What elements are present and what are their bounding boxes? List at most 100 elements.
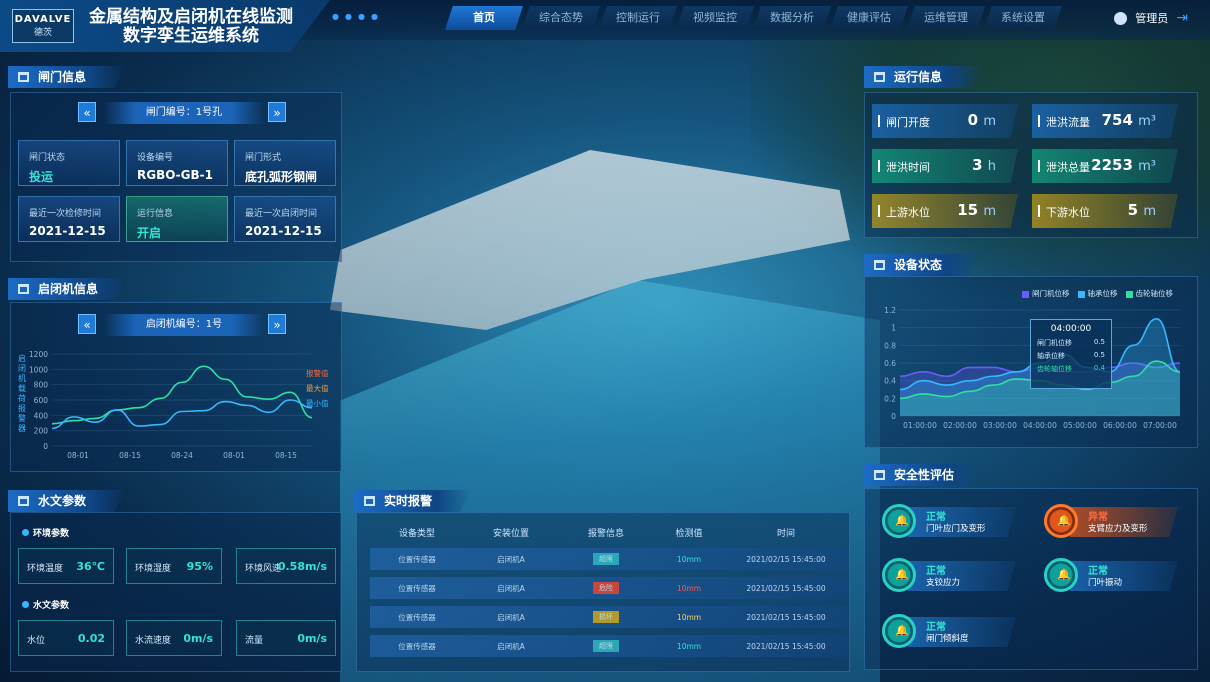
tab-maintenance[interactable]: 运维管理 [907, 6, 985, 30]
chart-tooltip: 04:00:00 闸门机位移 0.5 轴承位移 0.5 齿轮轴位移 0.4 [1030, 319, 1112, 389]
device-legend: 闸门机位移 轴承位移 齿轮轴位移 [1022, 288, 1173, 299]
decor-dots: ●●●● [332, 12, 384, 21]
hoist-prev-button[interactable]: « [78, 314, 96, 334]
title-line-2: 数字孪生运维系统 [123, 26, 259, 46]
safety-item[interactable]: 🔔 正常 闸门倾斜度 [882, 614, 1016, 648]
alarm-tag: 危险 [593, 582, 619, 594]
gate-prev-button[interactable]: « [78, 102, 96, 122]
run-info-title: 运行信息 [864, 66, 982, 88]
env-param-heading: 环境参数 [22, 526, 69, 539]
run-card: 泄洪流量 754 m³ [1032, 104, 1178, 138]
x-tick: 07:00:00 [1143, 421, 1177, 430]
dot-icon [22, 529, 29, 536]
tab-health[interactable]: 健康评估 [830, 6, 908, 30]
y-tick: 0 [43, 442, 48, 451]
gate-device-id-card: 设备编号 RGBO-GB-1 [126, 140, 228, 186]
y-tick: 1000 [29, 365, 48, 374]
alarm-tag: 超限 [593, 553, 619, 565]
main-nav: 首页 综合态势 控制运行 视频监控 数据分析 健康评估 运维管理 系统设置 [445, 6, 1062, 30]
alarm-value: 10mm [676, 554, 702, 564]
y-tick: 0 [891, 412, 896, 421]
legend-gate-disp: 闸门机位移 [1022, 288, 1070, 299]
dot-icon [22, 601, 29, 608]
hoist-load-chart: 1200 1000 800 600 400 200 0 08-01 08-15 08-24 08-0… [29, 350, 313, 460]
run-info-card: 运行信息 开启 [126, 196, 228, 242]
x-tick: 02:00:00 [943, 421, 977, 430]
x-tick: 08-01 [223, 451, 245, 460]
safety-item[interactable]: 🔔 正常 门叶振动 [1044, 558, 1178, 592]
last-maintenance-card: 最近一次检修时间 2021-12-15 [18, 196, 120, 242]
logout-icon[interactable]: ⇥ [1176, 10, 1188, 26]
y-tick: 200 [34, 427, 49, 436]
water-level: 水位 0.02 [18, 620, 114, 656]
user-area: 管理员 ⇥ [1114, 10, 1188, 26]
run-card: 上游水位 15 m [872, 194, 1018, 228]
alarm-row[interactable]: 位置传感器 启闭机A 超限 10mm 2021/02/15 15:45:00 [370, 548, 848, 570]
hoist-info-title: 启闭机信息 [8, 278, 126, 300]
alarm-value: 10mm [676, 583, 702, 593]
alarm-row[interactable]: 位置传感器 启闭机A 危险 10mm 2021/02/15 15:45:00 [370, 577, 848, 599]
system-title: 金属结构及启闭机在线监测 数字孪生运维系统 [86, 8, 296, 46]
y-tick: 0.4 [884, 377, 896, 386]
panel-icon [18, 496, 29, 506]
bell-icon: 🔔 [882, 558, 916, 592]
alarm-title: 实时报警 [354, 490, 472, 512]
water-param-heading: 水文参数 [22, 598, 69, 611]
bell-icon: 🔔 [882, 504, 916, 538]
alarm-tag: 超限 [593, 640, 619, 652]
env-humidity: 环境湿度 95% [126, 548, 222, 584]
x-tick: 08-24 [171, 451, 193, 460]
series-line [51, 399, 313, 430]
safety-item[interactable]: 🔔 正常 门叶应门及变形 [882, 504, 1016, 538]
y-tick: 1.2 [884, 306, 896, 315]
y-tick: 0.6 [884, 359, 896, 368]
device-status-title: 设备状态 [864, 254, 982, 276]
gate-selector[interactable]: 闸门编号：1号孔 [104, 102, 264, 124]
gate-status-card: 闸门状态 投运 [18, 140, 120, 186]
env-wind: 环境风速 0.58m/s [236, 548, 336, 584]
logo-sub: 德茨 [33, 28, 52, 38]
hoist-selector[interactable]: 启闭机编号：1号 [104, 314, 264, 336]
y-tick: 1 [891, 324, 896, 333]
bell-icon: 🔔 [1044, 558, 1078, 592]
gate-next-button[interactable]: » [268, 102, 286, 122]
title-line-1: 金属结构及启闭机在线监测 [89, 7, 293, 27]
x-tick: 01:00:00 [903, 421, 937, 430]
run-card: 泄洪时间 3 h [872, 149, 1018, 183]
y-tick: 0.8 [884, 341, 896, 350]
user-name[interactable]: 管理员 [1135, 10, 1168, 26]
company-logo: DAVALVE 德茨 [12, 9, 74, 43]
tab-control[interactable]: 控制运行 [599, 6, 677, 30]
panel-icon [874, 470, 885, 480]
x-tick: 04:00:00 [1023, 421, 1057, 430]
panel-icon [364, 496, 375, 506]
safety-item[interactable]: 🔔 正常 支铰应力 [882, 558, 1016, 592]
y-tick: 600 [34, 396, 49, 405]
hoist-next-button[interactable]: » [268, 314, 286, 334]
run-card: 闸门开度 0 m [872, 104, 1018, 138]
alarm-table-header: 设备类型 安装位置 报警信息 检测值 时间 [398, 529, 795, 539]
tab-analysis[interactable]: 数据分析 [753, 6, 831, 30]
alarm-value: 10mm [676, 612, 702, 622]
x-tick: 05:00:00 [1063, 421, 1097, 430]
bell-icon: 🔔 [1044, 504, 1078, 538]
tab-video[interactable]: 视频监控 [676, 6, 754, 30]
user-avatar-icon[interactable] [1114, 11, 1128, 25]
alarm-row[interactable]: 位置传感器 启闭机A 损坏 10mm 2021/02/15 15:45:00 [370, 606, 848, 628]
safety-item[interactable]: 🔔 异常 支臂应力及变形 [1044, 504, 1178, 538]
tab-overview[interactable]: 综合态势 [522, 6, 600, 30]
tab-home[interactable]: 首页 [445, 6, 523, 30]
gate-info-title: 闸门信息 [8, 66, 126, 88]
alarm-tag: 损坏 [593, 611, 619, 623]
x-tick: 08-15 [275, 451, 297, 460]
tab-settings[interactable]: 系统设置 [984, 6, 1062, 30]
alarm-row[interactable]: 位置传感器 启闭机A 超限 10mm 2021/02/15 15:45:00 [370, 635, 848, 657]
x-tick: 06:00:00 [1103, 421, 1137, 430]
water-velocity: 水流速度 0m/s [126, 620, 222, 656]
x-tick: 08-01 [67, 451, 89, 460]
y-tick: 1200 [29, 350, 48, 359]
run-card: 下游水位 5 m [1032, 194, 1178, 228]
legend-bearing-disp: 轴承位移 [1077, 288, 1118, 299]
x-tick: 03:00:00 [983, 421, 1017, 430]
env-temp: 环境温度 36℃ [18, 548, 114, 584]
